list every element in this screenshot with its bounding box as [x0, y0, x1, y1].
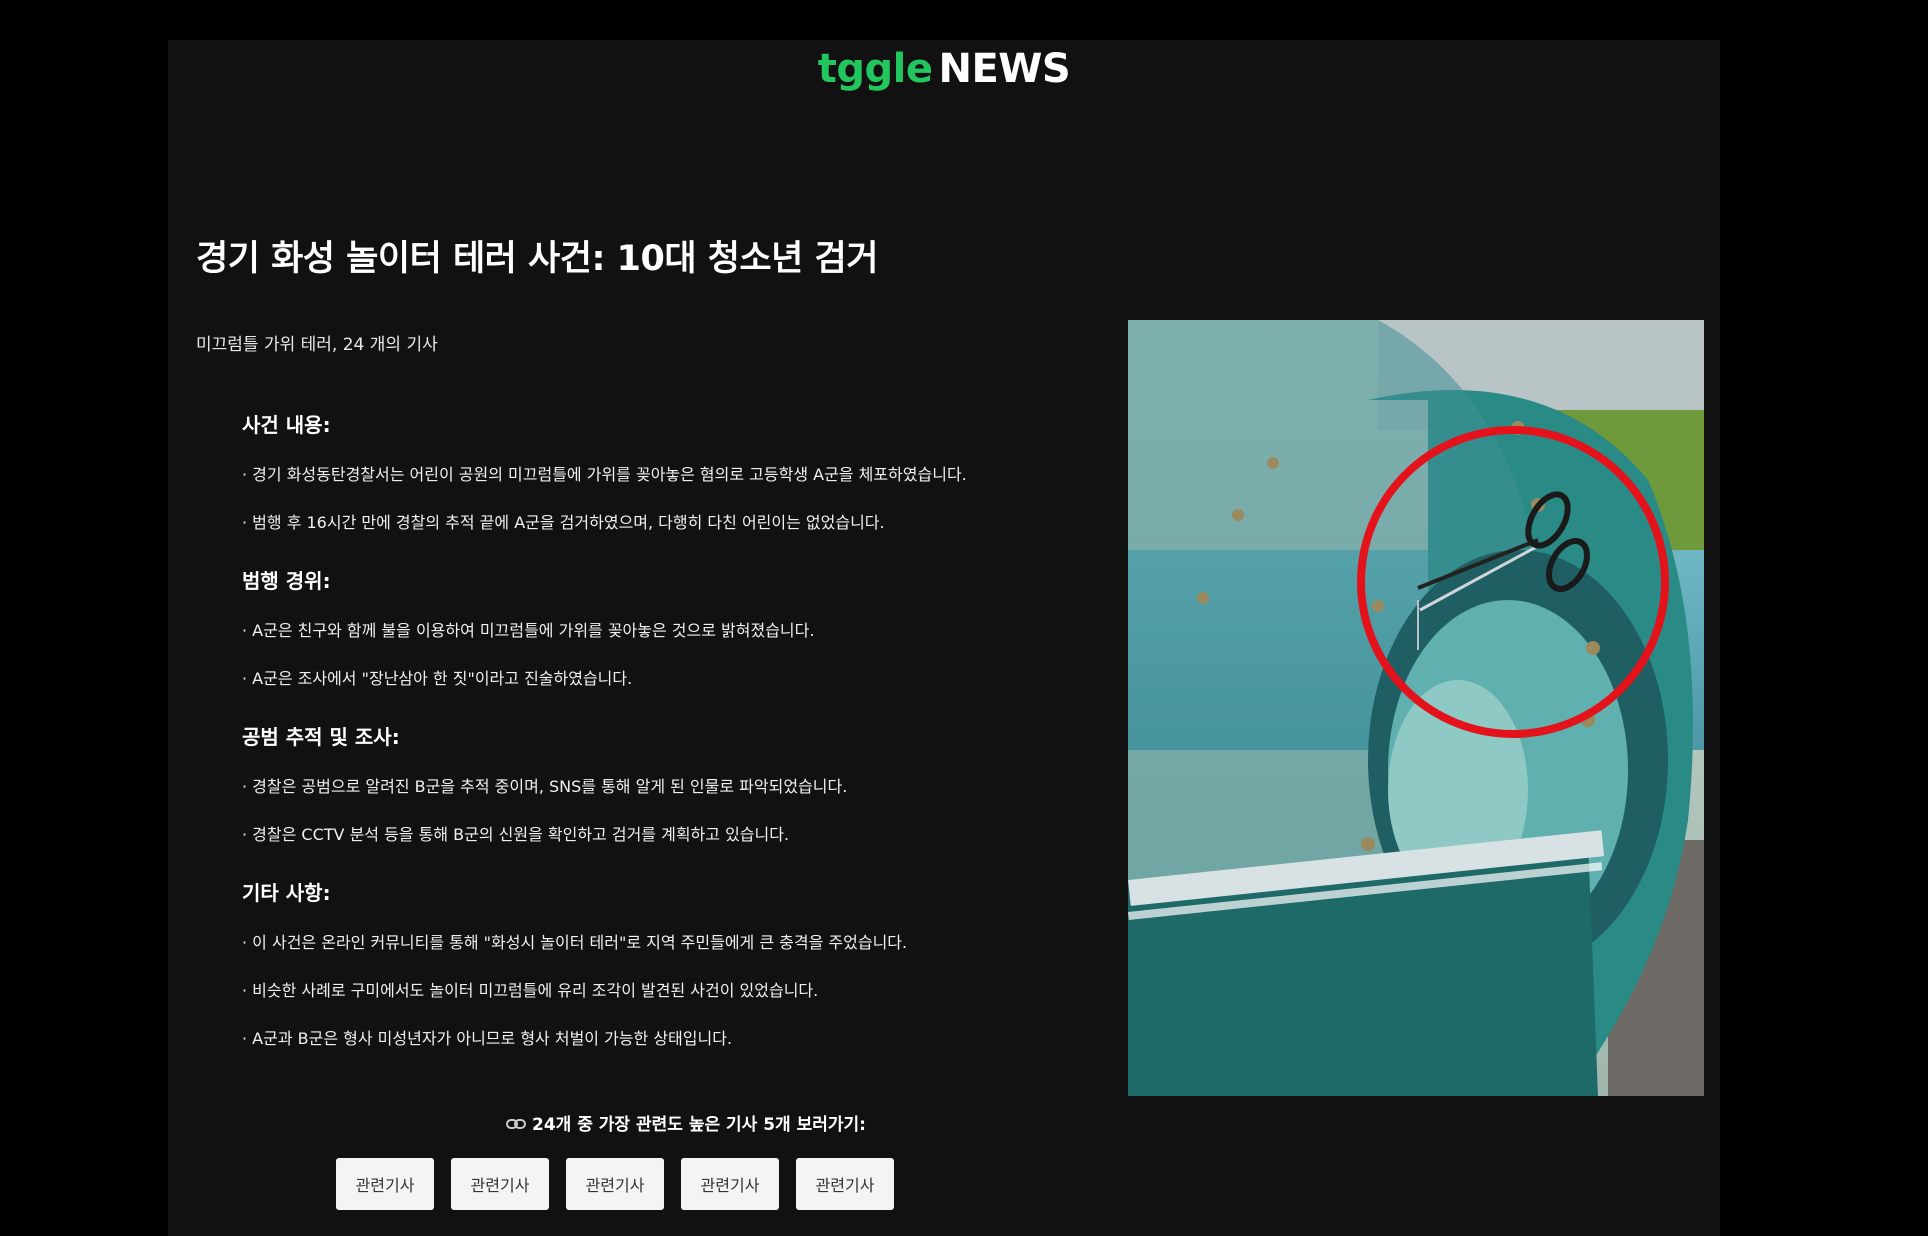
- article-title: 경기 화성 놀이터 테러 사건: 10대 청소년 검거: [196, 239, 878, 279]
- section-heading: 공범 추적 및 조사:: [242, 725, 400, 749]
- link-icon: [506, 1116, 527, 1130]
- related-article-button[interactable]: 관련기사: [336, 1158, 434, 1210]
- bullet-item: · 비슷한 사례로 구미에서도 놀이터 미끄럼틀에 유리 조각이 발견된 사건이…: [242, 981, 819, 1000]
- related-articles-label: 24개 중 가장 관련도 높은 기사 5개 보러가기:: [168, 1110, 1204, 1135]
- bullet-item: · 이 사건은 온라인 커뮤니티를 통해 "화성시 놀이터 테러"로 지역 주민…: [242, 933, 908, 952]
- section-heading: 기타 사항:: [242, 881, 331, 905]
- bullet-item: · A군과 B군은 형사 미성년자가 아니므로 형사 처벌이 가능한 상태입니다…: [242, 1029, 733, 1048]
- article-photo: [1128, 320, 1704, 1096]
- related-article-button[interactable]: 관련기사: [451, 1158, 549, 1210]
- article-subinfo: 미끄럼틀 가위 테러, 24 개의 기사: [196, 335, 438, 355]
- bullet-item: · A군은 조사에서 "장난삼아 한 짓"이라고 진술하였습니다.: [242, 669, 633, 688]
- article-body: 사건 내용: · 경기 화성동탄경찰서는 어린이 공원의 미끄럼틀에 가위를 꽂…: [242, 400, 1082, 1072]
- related-label-text: 24개 중 가장 관련도 높은 기사 5개 보러가기:: [532, 1115, 866, 1135]
- bullet-item: · 경찰은 공범으로 알려진 B군을 추적 중이며, SNS를 통해 알게 된 …: [242, 777, 848, 796]
- bullet-item: · 범행 후 16시간 만에 경찰의 추적 끝에 A군을 검거하였으며, 다행히…: [242, 513, 885, 532]
- brand-logo[interactable]: tggle NEWS: [168, 46, 1720, 92]
- related-article-button[interactable]: 관련기사: [566, 1158, 664, 1210]
- brand-name-tggle: tggle: [817, 46, 933, 92]
- bullet-item: · 경찰은 CCTV 분석 등을 통해 B군의 신원을 확인하고 검거를 계획하…: [242, 825, 790, 844]
- bullet-item: · A군은 친구와 함께 불을 이용하여 미끄럼틀에 가위를 꽂아놓은 것으로 …: [242, 621, 815, 640]
- related-article-button[interactable]: 관련기사: [796, 1158, 894, 1210]
- news-panel: tggle NEWS 경기 화성 놀이터 테러 사건: 10대 청소년 검거 미끄…: [168, 40, 1720, 1236]
- bullet-item: · 경기 화성동탄경찰서는 어린이 공원의 미끄럼틀에 가위를 꽂아놓은 혐의로…: [242, 465, 967, 484]
- section-heading: 사건 내용:: [242, 413, 331, 437]
- related-article-button[interactable]: 관련기사: [681, 1158, 779, 1210]
- related-buttons: 관련기사 관련기사 관련기사 관련기사 관련기사: [336, 1158, 894, 1210]
- section-heading: 범행 경위:: [242, 569, 331, 593]
- brand-name-news: NEWS: [938, 46, 1071, 92]
